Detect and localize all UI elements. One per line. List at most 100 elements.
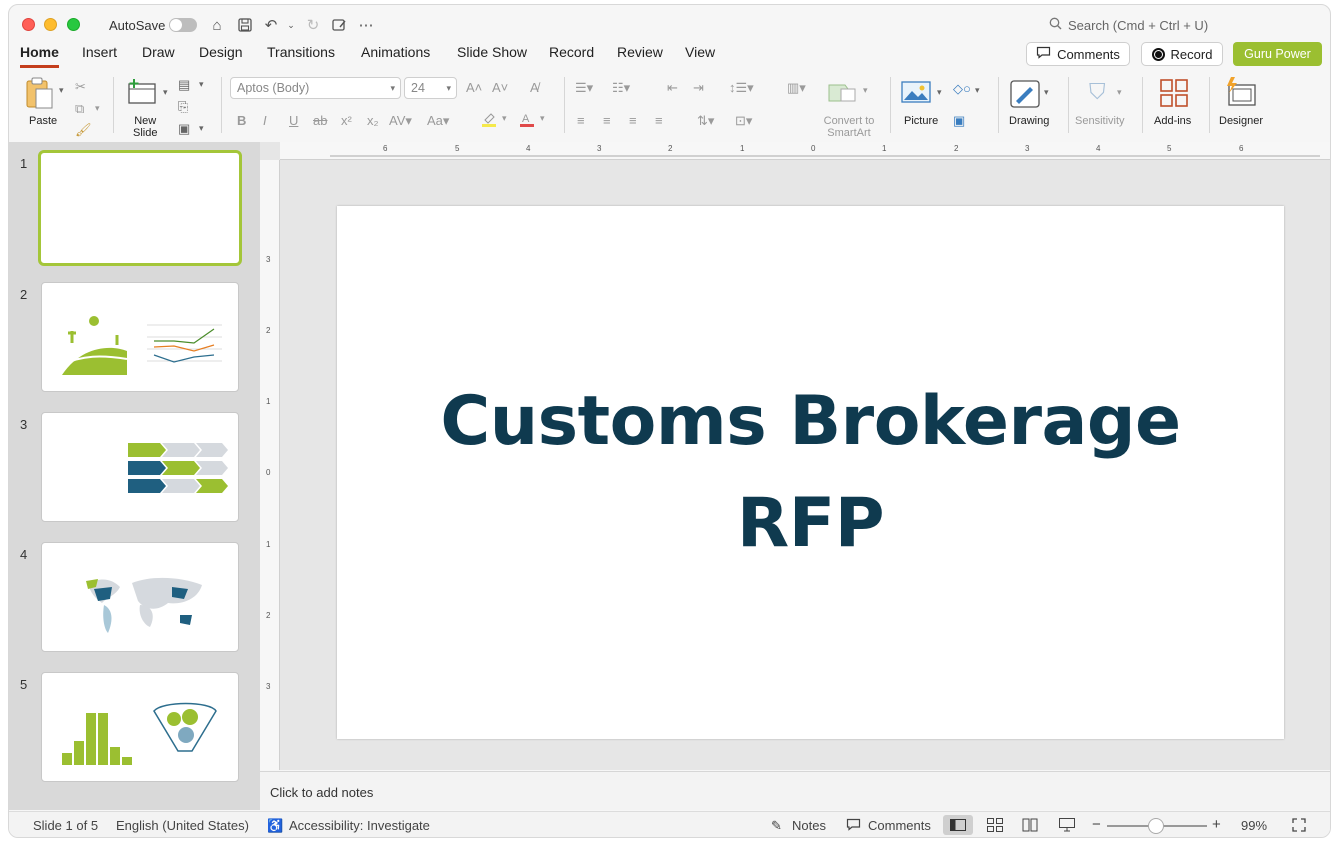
picture-dropdown-icon[interactable]: ▾ — [937, 87, 942, 98]
autosave-toggle[interactable] — [169, 18, 197, 32]
designer-icon[interactable] — [1225, 77, 1257, 110]
change-case-icon[interactable]: Aa▾ — [427, 113, 449, 129]
underline-icon[interactable]: U — [289, 113, 298, 128]
slide-sorter-icon[interactable] — [980, 815, 1010, 835]
tab-transitions[interactable]: Transitions — [267, 44, 335, 65]
font-color-icon[interactable]: A — [519, 111, 535, 130]
columns-icon[interactable]: ▥▾ — [787, 80, 806, 96]
slide-thumbnail-2[interactable] — [41, 282, 239, 392]
text-box-icon[interactable]: ▣ — [953, 113, 965, 129]
picture-icon[interactable] — [901, 79, 931, 108]
cut-icon[interactable]: ✂ — [75, 79, 86, 95]
slide-thumbnail-5[interactable] — [41, 672, 239, 782]
font-name-select[interactable]: Aptos (Body) ▾ — [230, 77, 401, 99]
slide-canvas[interactable]: Customs Brokerage RFP — [337, 206, 1284, 739]
layout-icon[interactable]: ▤ — [178, 77, 190, 93]
decrease-font-icon[interactable]: A˅ — [492, 80, 508, 95]
new-slide-dropdown-icon[interactable]: ▾ — [163, 87, 168, 98]
section-dropdown-icon[interactable]: ▾ — [199, 123, 204, 134]
new-slide-icon[interactable] — [127, 79, 157, 108]
strikethrough-icon[interactable]: ab — [313, 113, 327, 128]
copy-dropdown-icon[interactable]: ▾ — [95, 103, 100, 114]
fit-to-window-icon[interactable] — [1292, 818, 1306, 835]
redo-icon[interactable]: ↻ — [303, 15, 323, 35]
align-right-icon[interactable]: ≡ — [629, 113, 637, 128]
record-button[interactable]: Record — [1141, 42, 1223, 66]
font-color-dropdown-icon[interactable]: ▾ — [540, 113, 545, 124]
tab-slide-show[interactable]: Slide Show — [457, 44, 527, 65]
font-size-select[interactable]: 24 ▾ — [404, 77, 457, 99]
slide-title-line-1[interactable]: Customs Brokerage — [440, 371, 1181, 473]
slideshow-view-icon[interactable] — [1052, 815, 1082, 835]
comments-button[interactable]: Comments — [1026, 42, 1130, 66]
superscript-icon[interactable]: x² — [341, 113, 352, 128]
accessibility-status[interactable]: Accessibility: Investigate — [289, 818, 430, 833]
drawing-icon[interactable] — [1010, 79, 1040, 112]
section-icon[interactable]: ▣ — [178, 121, 190, 137]
increase-font-icon[interactable]: A˄ — [466, 80, 482, 95]
customize-toolbar-icon[interactable] — [329, 15, 349, 35]
undo-icon[interactable]: ↶ — [261, 15, 281, 35]
numbering-icon[interactable]: ☷▾ — [612, 80, 630, 96]
comments-toggle[interactable]: Comments — [868, 818, 931, 833]
zoom-out-icon[interactable]: − — [1092, 816, 1101, 833]
italic-icon[interactable]: I — [263, 113, 267, 128]
line-spacing-icon[interactable]: ↕☰▾ — [729, 80, 754, 96]
clear-formatting-icon[interactable]: A̸ — [530, 80, 539, 95]
highlight-dropdown-icon[interactable]: ▾ — [502, 113, 507, 124]
tab-animations[interactable]: Animations — [361, 44, 430, 65]
shapes-icon[interactable]: ◇○ — [953, 81, 971, 97]
character-spacing-icon[interactable]: AV▾ — [389, 113, 412, 129]
subscript-icon[interactable]: x₂ — [367, 113, 379, 128]
align-left-icon[interactable]: ≡ — [577, 113, 585, 128]
copy-icon[interactable]: ⧉ — [75, 101, 84, 117]
align-center-icon[interactable]: ≡ — [603, 113, 611, 128]
text-direction-icon[interactable]: ⇅▾ — [697, 113, 714, 129]
align-text-icon[interactable]: ⊡▾ — [735, 113, 752, 129]
zoom-window-button[interactable] — [67, 18, 80, 31]
slide-thumbnail-4[interactable] — [41, 542, 239, 652]
minimize-window-button[interactable] — [44, 18, 57, 31]
tab-review[interactable]: Review — [617, 44, 663, 65]
tab-view[interactable]: View — [685, 44, 715, 65]
sensitivity-dropdown-icon[interactable]: ▾ — [1117, 87, 1122, 98]
home-icon[interactable]: ⌂ — [207, 15, 227, 35]
save-icon[interactable] — [235, 15, 255, 35]
highlight-icon[interactable] — [481, 111, 497, 130]
notes-toggle[interactable]: Notes — [792, 818, 826, 833]
tab-insert[interactable]: Insert — [82, 44, 117, 65]
bold-icon[interactable]: B — [237, 113, 246, 128]
slide-title-line-2[interactable]: RFP — [737, 473, 885, 575]
language-status[interactable]: English (United States) — [116, 818, 249, 833]
normal-view-icon[interactable] — [943, 815, 973, 835]
tab-record[interactable]: Record — [549, 44, 594, 65]
slide-thumbnail-1[interactable] — [38, 150, 242, 266]
reading-view-icon[interactable] — [1015, 815, 1045, 835]
notes-pane[interactable]: Click to add notes — [260, 771, 1330, 810]
smartart-icon[interactable] — [827, 81, 861, 108]
more-icon[interactable]: ⋯ — [356, 15, 376, 35]
shapes-dropdown-icon[interactable]: ▾ — [975, 85, 980, 96]
sensitivity-icon[interactable]: ⛉ — [1089, 79, 1106, 105]
zoom-slider-thumb[interactable] — [1148, 818, 1164, 834]
drawing-dropdown-icon[interactable]: ▾ — [1044, 87, 1049, 98]
paste-icon[interactable] — [25, 77, 55, 112]
smartart-dropdown-icon[interactable]: ▾ — [863, 85, 868, 96]
decrease-indent-icon[interactable]: ⇤ — [667, 80, 678, 96]
reset-slide-icon[interactable]: ⎘ — [178, 99, 188, 115]
bullets-icon[interactable]: ☰▾ — [575, 80, 593, 96]
add-ins-icon[interactable] — [1160, 79, 1188, 110]
increase-indent-icon[interactable]: ⇥ — [693, 80, 704, 96]
layout-dropdown-icon[interactable]: ▾ — [199, 79, 204, 90]
justify-icon[interactable]: ≡ — [655, 113, 663, 128]
tab-home[interactable]: Home — [20, 44, 59, 68]
zoom-level[interactable]: 99% — [1241, 818, 1267, 833]
tab-design[interactable]: Design — [199, 44, 243, 65]
tab-draw[interactable]: Draw — [142, 44, 175, 65]
paste-dropdown-icon[interactable]: ▾ — [59, 85, 64, 96]
close-window-button[interactable] — [22, 18, 35, 31]
slide-thumbnail-3[interactable] — [41, 412, 239, 522]
undo-dropdown-icon[interactable]: ⌄ — [281, 15, 301, 35]
format-painter-icon[interactable]: 🖌 — [75, 122, 92, 138]
guru-power-button[interactable]: Guru Power — [1233, 42, 1322, 66]
